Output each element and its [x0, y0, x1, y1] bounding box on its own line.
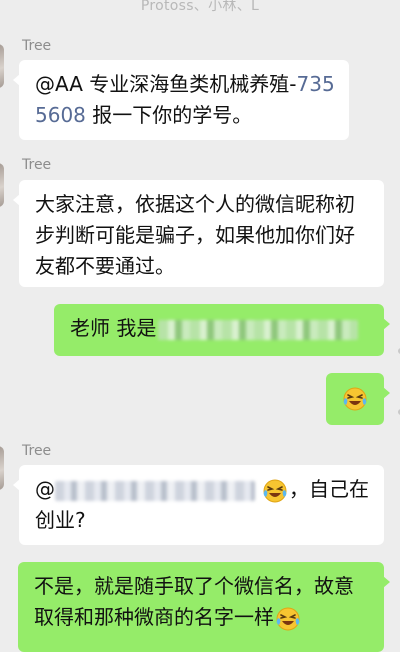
message-text: 不是，就是随手取了个微信名，故意取得和那种微商的名字一样	[34, 574, 354, 629]
message-bubble-outgoing[interactable]: 不是，就是随手取了个微信名，故意取得和那种微商的名字一样	[18, 562, 390, 652]
redacted-name	[158, 319, 359, 340]
chat-participants-header: Protoss、小林、L	[140, 0, 260, 14]
laughing-crying-icon	[343, 387, 367, 411]
message-bubble[interactable]: @ ，自己在创业?	[13, 465, 384, 545]
mention[interactable]: @	[35, 477, 55, 501]
sender-name: Tree	[22, 157, 52, 173]
avatar[interactable]	[0, 44, 4, 88]
mention[interactable]: @AA	[35, 72, 83, 96]
sender-name: Tree	[22, 38, 52, 54]
message-text: 专业深海鱼类机械养殖-	[82, 72, 297, 96]
avatar[interactable]	[0, 446, 4, 490]
laughing-crying-icon	[276, 607, 300, 631]
laughing-crying-icon	[263, 479, 287, 503]
message-bubble-outgoing[interactable]: 老师 我是	[54, 304, 390, 356]
avatar[interactable]	[0, 163, 4, 207]
message-bubble[interactable]: 大家注意，依据这个人的微信昵称初步判断可能是骗子，如果他加你们好友都不要通过。	[13, 180, 384, 287]
redacted-name	[55, 480, 255, 501]
sender-name: Tree	[22, 443, 52, 459]
message-text: 老师 我是	[70, 316, 157, 340]
message-bubble[interactable]: @AA 专业深海鱼类机械养殖-7355608 报一下你的学号。	[13, 60, 349, 140]
message-bubble-outgoing[interactable]	[326, 373, 390, 425]
message-text: 报一下你的学号。	[85, 103, 253, 127]
